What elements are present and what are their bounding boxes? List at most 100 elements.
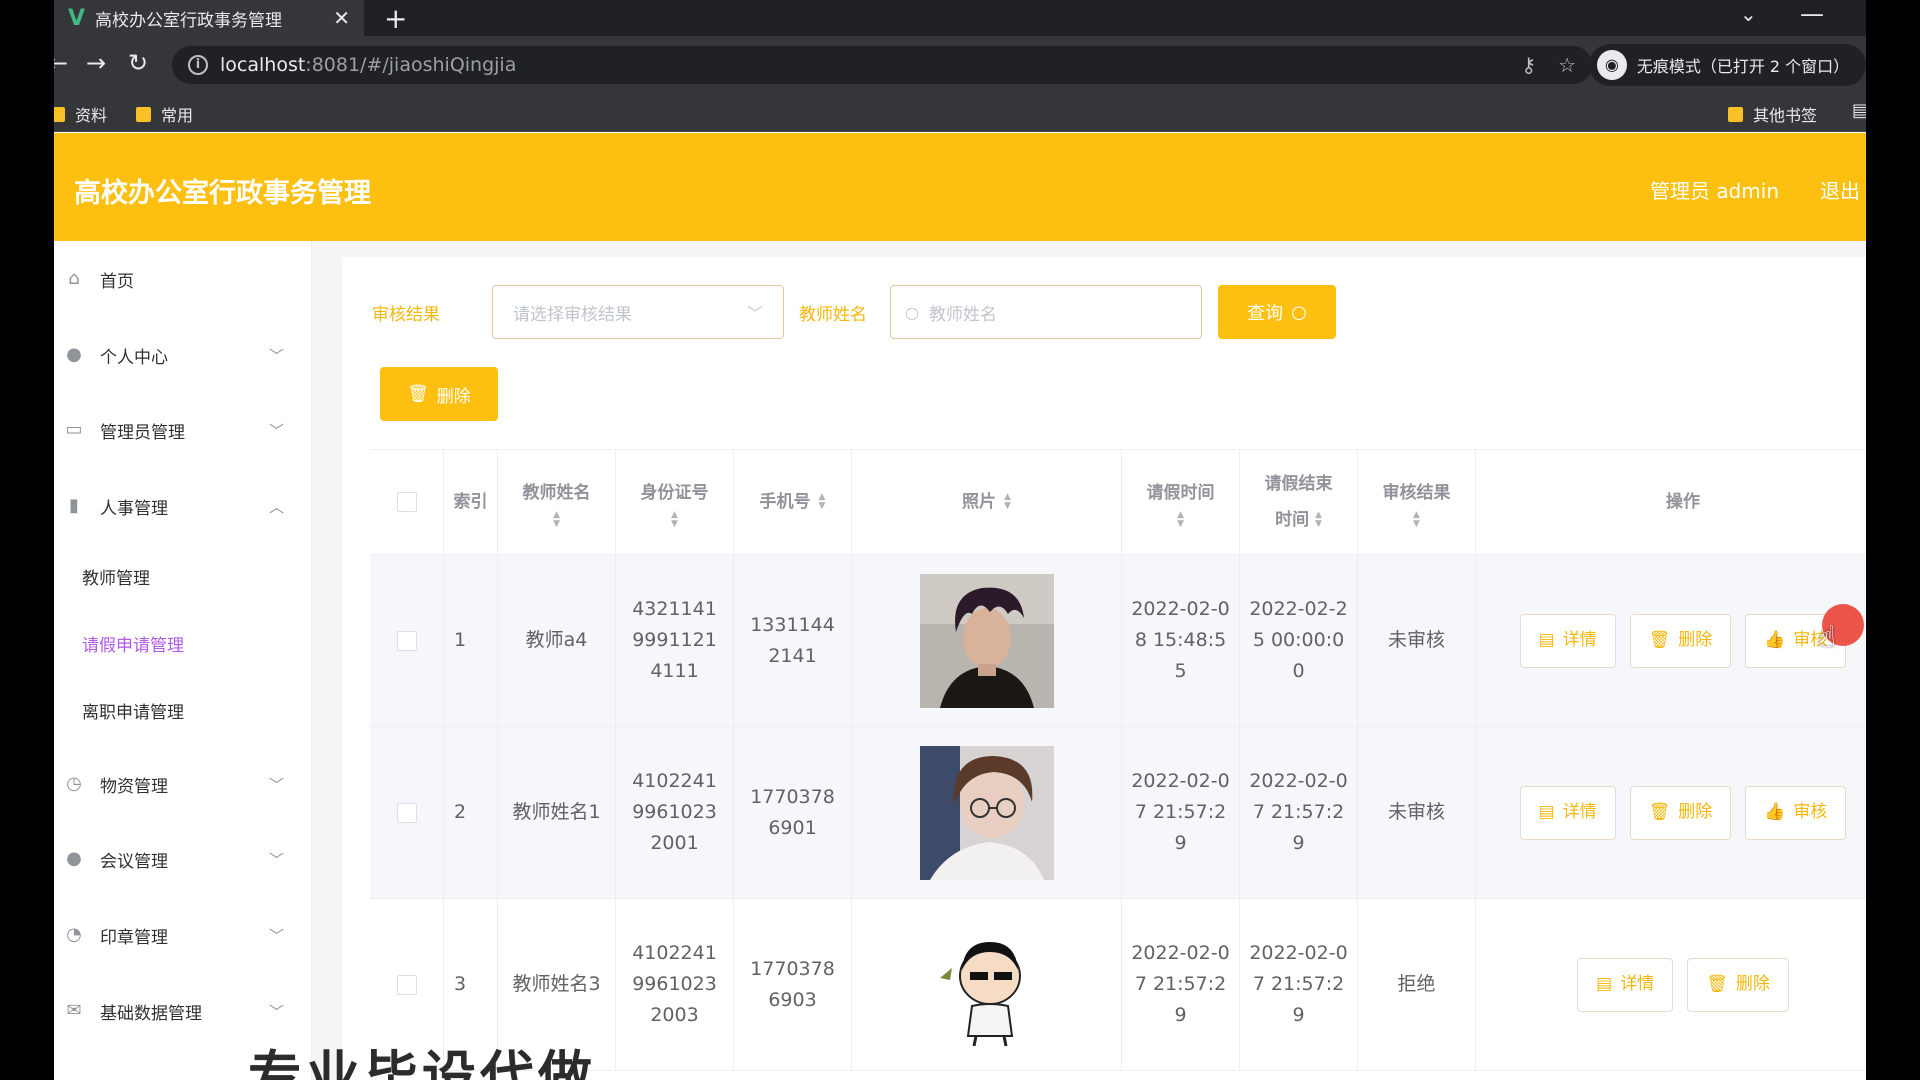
select-all-checkbox[interactable]: [396, 492, 417, 512]
review-result-select[interactable]: 请选择审核结果 ﹀: [492, 285, 784, 339]
sort-icon[interactable]: ▲ ▼: [553, 511, 560, 529]
col-start-time[interactable]: 请假时间 ▲ ▼: [1122, 450, 1240, 554]
table-row[interactable]: 1 教师a4 432114199911214111 13311442141 20…: [370, 555, 1866, 727]
sort-icon[interactable]: ▲ ▼: [819, 493, 826, 511]
row-checkbox[interactable]: [396, 802, 417, 823]
sort-icon[interactable]: ▲ ▼: [1177, 511, 1184, 529]
delete-button[interactable]: 🗑 删除: [1629, 785, 1732, 840]
sidebar-item-label: 首页: [100, 271, 134, 292]
bulk-delete-button[interactable]: 🗑 删除: [380, 367, 498, 421]
forward-icon[interactable]: →: [86, 49, 106, 77]
other-bookmarks[interactable]: 其他书签: [1728, 102, 1817, 126]
sidebar-item-meetings[interactable]: ● 会议管理 ﹀: [54, 834, 312, 884]
sidebar-item-label: 管理员管理: [100, 422, 185, 443]
query-button[interactable]: 查询 ○: [1218, 285, 1336, 339]
end-time-cell: 2022-02-07 21:57:29: [1240, 727, 1358, 898]
delete-button[interactable]: 🗑 删除: [1629, 613, 1732, 668]
table-row[interactable]: 2 教师姓名1 410224199610232001 17703786901 2…: [370, 727, 1866, 899]
key-icon[interactable]: ⚷: [1521, 53, 1536, 77]
site-info-icon[interactable]: i: [188, 55, 208, 75]
sidebar-item-basic-data[interactable]: ✉ 基础数据管理 ﹀: [54, 986, 312, 1036]
col-name[interactable]: 教师姓名 ▲ ▼: [498, 450, 616, 554]
browser-tab[interactable]: V 高校办公室行政事务管理 ✕: [54, 0, 364, 36]
bookmark-folder[interactable]: 资料: [54, 102, 107, 126]
col-ops: 操作: [1476, 450, 1866, 554]
url-host: localhost: [220, 54, 306, 76]
chevron-down-icon: ﹀: [268, 850, 284, 869]
sidebar-sub-leave-requests[interactable]: 请假申请管理: [82, 631, 184, 656]
star-icon[interactable]: ☆: [1558, 53, 1576, 77]
header-label: 教师姓名: [522, 483, 591, 503]
col-end-time[interactable]: 请假结束 时间 ▲ ▼: [1240, 450, 1358, 554]
delete-button-label: 删除: [436, 386, 471, 407]
app-title: 高校办公室行政事务管理: [74, 178, 371, 209]
sidebar-item-profile[interactable]: ● 个人中心 ﹀: [54, 330, 312, 380]
teacher-photo[interactable]: [919, 917, 1054, 1052]
logout-link[interactable]: 退出: [1820, 175, 1860, 204]
close-tab-icon[interactable]: ✕: [333, 6, 350, 30]
col-photo[interactable]: 照片 ▲ ▼: [852, 450, 1122, 554]
header-label: 审核结果: [1382, 483, 1451, 503]
document-icon: ▤: [1538, 630, 1555, 650]
sidebar-item-home[interactable]: ⌂ 首页: [54, 254, 312, 304]
result-cell: 未审核: [1358, 727, 1476, 898]
button-label: 删除: [1678, 802, 1713, 822]
detail-button[interactable]: ▤ 详情: [1519, 613, 1616, 668]
end-time-cell: 2022-02-25 00:00:00: [1240, 555, 1358, 726]
col-result[interactable]: 审核结果 ▲ ▼: [1358, 450, 1476, 554]
teacher-photo[interactable]: [919, 745, 1054, 880]
sidebar-sub-resignation[interactable]: 离职申请管理: [82, 698, 184, 723]
teacher-name-input[interactable]: ○ 教师姓名: [890, 285, 1202, 339]
review-result-label: 审核结果: [372, 305, 440, 325]
col-phone[interactable]: 手机号 ▲ ▼: [734, 450, 852, 554]
compass-icon: ◷: [66, 773, 82, 794]
app-header: 高校办公室行政事务管理 管理员 admin 退出: [54, 133, 1866, 241]
bookmark-label: 常用: [161, 106, 194, 125]
phone-cell: 17703786901: [734, 727, 852, 898]
incognito-badge[interactable]: ◉ 无痕模式（已打开 2 个窗口）: [1589, 44, 1866, 86]
sidebar-sub-teachers[interactable]: 教师管理: [82, 564, 150, 589]
folder-icon: [54, 106, 65, 122]
review-button[interactable]: 👍 审核: [1745, 785, 1847, 840]
start-time-cell: 2022-02-08 15:48:55: [1122, 555, 1240, 726]
document-icon: ▤: [1596, 974, 1613, 994]
teacher-photo[interactable]: [919, 573, 1054, 708]
index-cell: 1: [444, 555, 498, 726]
bookmarks-bar: 资料 常用 其他书签 ▤: [54, 94, 1866, 132]
phone-cell: 17703786903: [734, 899, 852, 1070]
hand-cursor-icon: ☝: [1818, 620, 1837, 655]
detail-button[interactable]: ▤ 详情: [1519, 785, 1616, 840]
tab-search-chevron-icon[interactable]: ⌄: [1740, 2, 1757, 26]
sidebar-item-hr[interactable]: ▮ 人事管理 ︿: [54, 481, 312, 531]
sidebar-item-admin[interactable]: ▭ 管理员管理 ﹀: [54, 405, 312, 455]
header-label: 请假结束: [1264, 474, 1333, 494]
table-header: 索引 教师姓名 ▲ ▼ 身份证号 ▲ ▼ 手机号 ▲ ▼ 照片 ▲ ▼ 请假时间…: [370, 449, 1866, 555]
sort-icon[interactable]: ▲ ▼: [1413, 511, 1420, 529]
header-label: 索引: [453, 492, 488, 512]
sort-icon[interactable]: ▲ ▼: [671, 511, 678, 529]
delete-button[interactable]: 🗑 删除: [1687, 957, 1789, 1012]
new-tab-icon[interactable]: +: [384, 2, 407, 35]
col-index[interactable]: 索引: [444, 450, 498, 554]
screen: V 高校办公室行政事务管理 ✕ + ⌄ — ← → ↻ i localhost …: [0, 0, 1920, 1080]
reload-icon[interactable]: ↻: [128, 49, 148, 77]
row-checkbox[interactable]: [396, 630, 417, 651]
detail-button[interactable]: ▤ 详情: [1577, 957, 1674, 1012]
result-cell: 未审核: [1358, 555, 1476, 726]
reading-list-icon[interactable]: ▤: [1852, 100, 1866, 121]
sort-icon[interactable]: ▲ ▼: [1315, 511, 1322, 529]
sort-icon[interactable]: ▲ ▼: [1004, 493, 1011, 511]
back-icon[interactable]: ←: [54, 49, 68, 77]
select-placeholder: 请选择审核结果: [513, 304, 632, 325]
minimize-icon[interactable]: —: [1800, 0, 1824, 28]
bookmark-folder[interactable]: 常用: [136, 102, 193, 126]
video-caption: 专业毕设代做: [248, 1045, 596, 1080]
sidebar-item-label: 会议管理: [100, 851, 168, 872]
col-id[interactable]: 身份证号 ▲ ▼: [616, 450, 734, 554]
address-bar[interactable]: i localhost :8081/#/jiaoshiQingjia ⚷ ☆: [172, 46, 1592, 84]
start-time-cell: 2022-02-07 21:57:29: [1122, 727, 1240, 898]
row-checkbox[interactable]: [396, 974, 417, 995]
sidebar-item-seals[interactable]: ◔ 印章管理 ﹀: [54, 910, 312, 960]
id-cell: 410224199610232001: [616, 727, 734, 898]
sidebar-item-supplies[interactable]: ◷ 物资管理 ﹀: [54, 759, 312, 809]
